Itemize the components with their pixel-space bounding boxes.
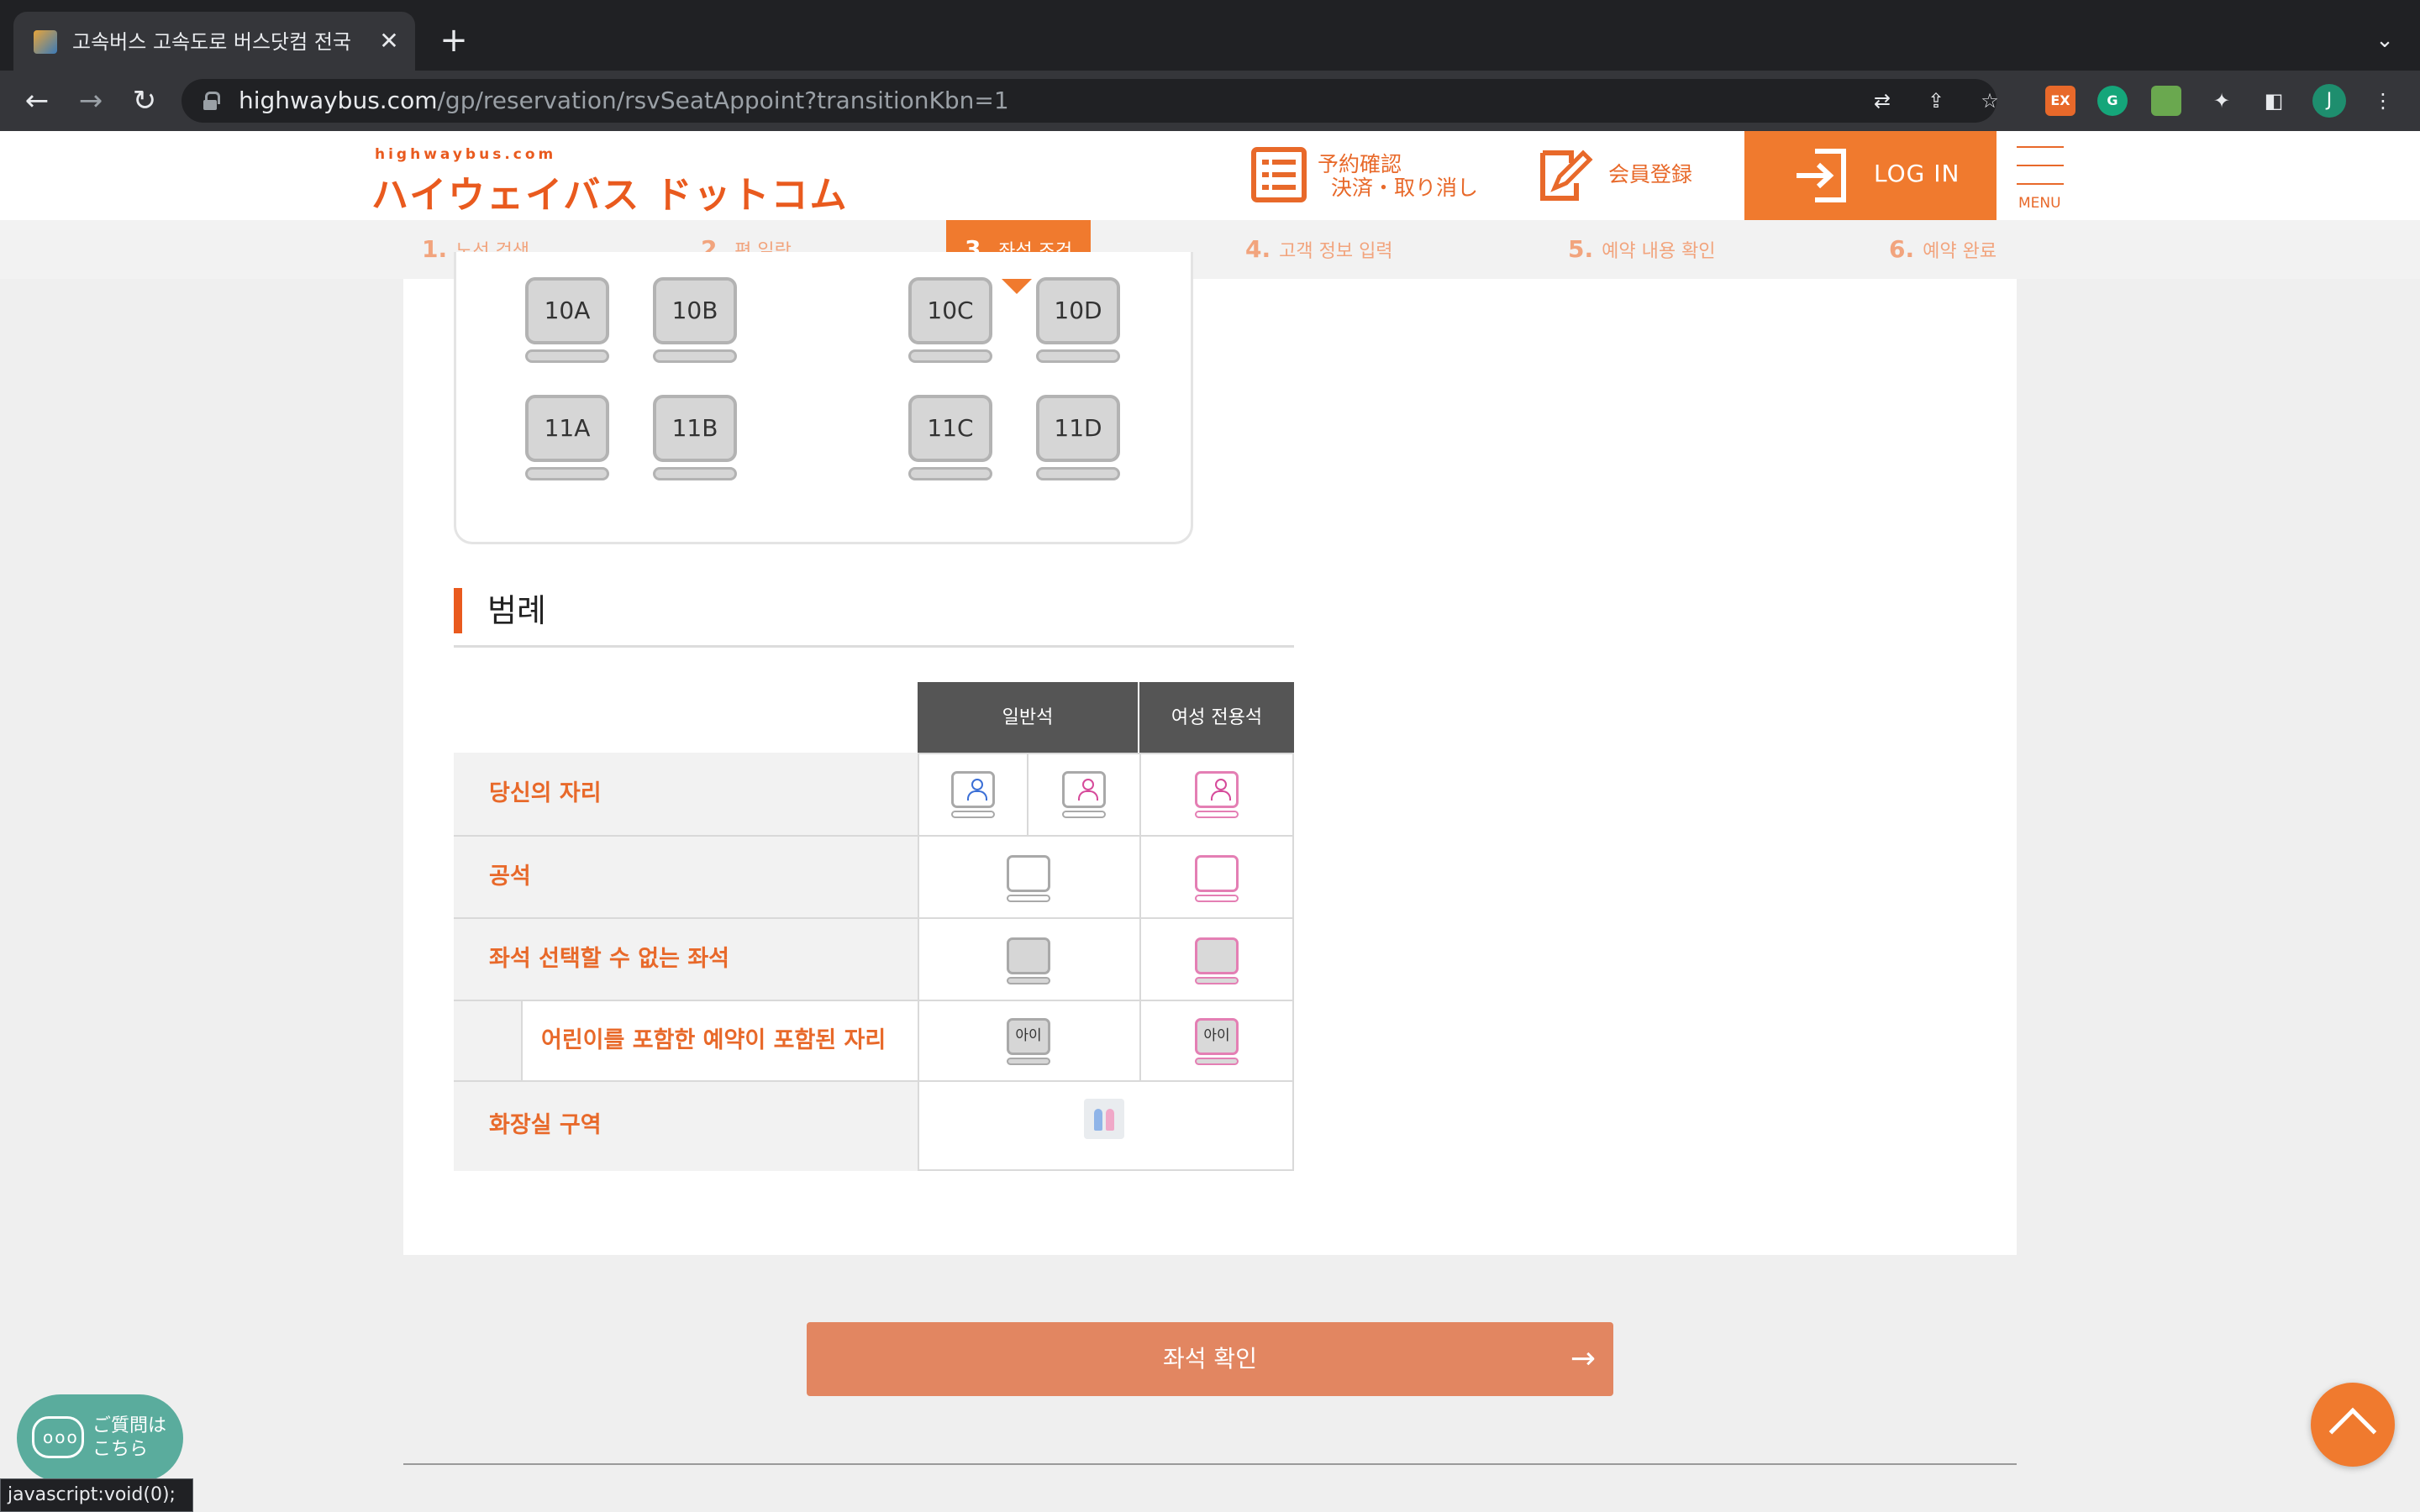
reload-icon[interactable]: ↻ [126,82,163,119]
scroll-to-top-button[interactable] [2311,1383,2395,1467]
forward-arrow-icon[interactable]: → [72,82,109,119]
reservation-list-icon[interactable] [1250,146,1307,203]
chevron-up-icon [2328,1407,2377,1456]
legend-label-your-seat: 당신의 자리 [489,780,602,806]
empty-women-seat-icon [1195,855,1239,902]
reservation-check-link[interactable]: 予約確認 決済・取り消し [1318,153,1478,200]
address-bar[interactable]: highwaybus.com/gp/reservation/rsvSeatApp… [182,79,1999,123]
legend-row-empty: 공석 [454,835,1294,917]
browser-status-bar: javascript:void(0); [0,1478,193,1512]
unavailable-seat-icon [1007,937,1050,984]
your-seat-female-icon [1062,771,1106,818]
extension-screen-icon[interactable] [2151,86,2181,116]
member-register-link[interactable]: 会員登録 [1608,163,1692,186]
legend-col-women: 여성 전용석 [1139,682,1294,754]
legend-row-your-seat: 당신의 자리 [454,753,1294,835]
legend-row-child: 어린이를 포함한 예약이 포함된 자리 아이 아이 [454,1000,1294,1080]
menu-bar-icon [2017,165,2064,166]
site-header: highwaybus.com ハイウェイバス ドットコム 予約確認 決済・取り消… [0,131,2420,220]
seat-10b[interactable]: 10B [653,277,737,363]
site-logo[interactable]: ハイウェイバス ドットコム [371,165,849,218]
menu-button[interactable]: MENU [1996,131,2084,220]
member-register-icon[interactable] [1536,146,1593,203]
child-women-seat-icon: 아이 [1195,1018,1239,1065]
legend-divider [454,645,1294,648]
translate-icon[interactable]: ⇄ [1869,87,1896,114]
side-panel-icon[interactable]: ◧ [2260,87,2287,114]
lock-icon[interactable] [203,92,220,110]
login-door-icon [1797,149,1846,202]
site-logo-url[interactable]: highwaybus.com [375,146,556,163]
login-label: LOG IN [1874,160,1960,187]
tab-search-chevron-icon[interactable]: ⌄ [2370,25,2400,55]
legend-row-toilet: 화장실 구역 [454,1080,1294,1171]
tab-title: 고속버스 고속도로 버스닷컴 전국 고속 [72,30,358,54]
your-seat-male-icon [951,771,995,818]
seat-10c[interactable]: 10C [908,277,992,363]
legend-label-child: 어린이를 포함한 예약이 포함된 자리 [541,1027,886,1053]
profile-avatar[interactable]: J [2312,84,2346,118]
browser-tabstrip: 고속버스 고속도로 버스닷컴 전국 고속 ✕ + ⌄ [0,0,2420,71]
seat-confirm-label: 좌석 확인 [1163,1345,1257,1373]
browser-menu-icon[interactable]: ⋮ [2370,87,2396,114]
menu-bar-icon [2017,146,2064,148]
seat-11d[interactable]: 11D [1036,395,1120,480]
legend-title: 범례 [487,592,546,629]
browser-toolbar: ← → ↻ highwaybus.com/gp/reservation/rsvS… [0,71,2420,131]
chat-bubble-icon: ooo [32,1416,84,1458]
browser-tab-active[interactable]: 고속버스 고속도로 버스닷컴 전국 고속 ✕ [13,12,415,71]
share-icon[interactable]: ⇪ [1923,87,1949,114]
seat-11a[interactable]: 11A [525,395,609,480]
active-step-pointer [1002,279,1032,294]
seat-11c[interactable]: 11C [908,395,992,480]
progress-steps: 1.노선 검색 2.편 일람 3.좌석 조건 4.고객 정보 입력 5.예약 내… [0,220,2420,279]
legend-label-empty: 공석 [489,864,531,890]
seat-confirm-button[interactable]: 좌석 확인 → [807,1322,1613,1396]
unavailable-women-seat-icon [1195,937,1239,984]
bookmark-star-icon[interactable]: ☆ [1976,87,2003,114]
your-seat-women-icon [1195,771,1239,818]
extensions-puzzle-icon[interactable]: ✦ [2208,87,2235,114]
legend-title-accent [454,588,462,633]
legend-label-toilet: 화장실 구역 [489,1112,602,1138]
legend-row-unavailable: 좌석 선택할 수 없는 좌석 [454,917,1294,1000]
seat-10a[interactable]: 10A [525,277,609,363]
menu-label: MENU [2018,195,2061,212]
seat-11b[interactable]: 11B [653,395,737,480]
child-seat-icon: 아이 [1007,1018,1050,1065]
step-customer-info: 4. 고객 정보 입력 [1245,235,1393,263]
new-tab-button[interactable]: + [437,24,471,57]
toilet-icon [1084,1099,1124,1139]
seat-map: 10A 10B 10C 10D 11A 11B 11C 11D [454,252,1193,544]
chat-help-button[interactable]: ooo ご質問は こちら [17,1394,183,1482]
login-button[interactable]: LOG IN [1744,131,1996,220]
back-arrow-icon[interactable]: ← [18,82,55,119]
arrow-right-icon: → [1570,1341,1597,1376]
legend-label-unavailable: 좌석 선택할 수 없는 좌석 [489,946,729,972]
extension-ex-icon[interactable]: EX [2045,86,2075,116]
footer-divider [403,1463,2017,1465]
step-confirm-reservation: 5. 예약 내용 확인 [1568,235,1716,263]
seat-10d[interactable]: 10D [1036,277,1120,363]
chat-help-label: ご質問は こちら [92,1415,167,1460]
menu-bar-icon [2017,183,2064,185]
favicon-icon [34,30,57,54]
legend-col-general: 일반석 [918,682,1138,754]
step-reservation-complete: 6. 예약 완료 [1889,235,1997,263]
grammarly-icon[interactable]: G [2097,86,2128,116]
tab-close-icon[interactable]: ✕ [375,27,403,55]
url-text[interactable]: highwaybus.com/gp/reservation/rsvSeatApp… [239,79,1009,123]
empty-seat-icon [1007,855,1050,902]
